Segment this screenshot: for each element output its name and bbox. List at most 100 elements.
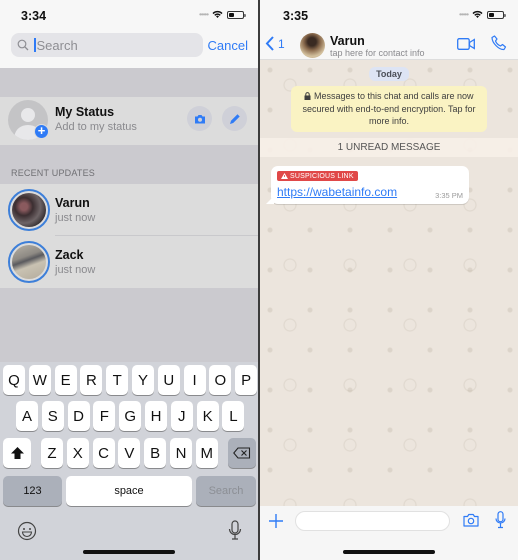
status-thumbnail <box>12 245 46 279</box>
key-b[interactable]: B <box>144 438 167 468</box>
key-i[interactable]: I <box>183 365 206 395</box>
status-bar: 3:34 ••••• <box>0 0 258 30</box>
camera-icon <box>194 114 205 123</box>
wifi-icon <box>472 10 483 18</box>
status-update-item[interactable]: Zack just now <box>0 236 258 288</box>
keyboard-row-4: 123 space Search <box>0 476 258 506</box>
message-input[interactable] <box>295 511 450 531</box>
shift-arrow-icon <box>10 447 24 459</box>
search-input[interactable] <box>36 37 197 53</box>
contact-name: Varun <box>55 196 90 210</box>
dictation-mic-icon[interactable] <box>228 520 242 542</box>
home-indicator[interactable] <box>83 550 175 554</box>
camera-button[interactable] <box>187 106 212 131</box>
contact-info-hint[interactable]: tap here for contact info <box>330 48 425 58</box>
key-k[interactable]: K <box>196 401 219 431</box>
message-link[interactable]: https://wabetainfo.com <box>277 185 397 199</box>
key-v[interactable]: V <box>118 438 141 468</box>
signal-dots-icon: ••••• <box>458 9 469 19</box>
encryption-notice[interactable]: Messages to this chat and calls are now … <box>291 86 487 132</box>
signal-dots-icon: ••••• <box>198 9 209 19</box>
home-indicator[interactable] <box>343 550 435 554</box>
key-m[interactable]: M <box>195 438 218 468</box>
chevron-left-icon <box>265 36 274 51</box>
unread-messages-banner: 1 UNREAD MESSAGE <box>260 138 518 157</box>
phone-call-icon[interactable] <box>491 35 507 51</box>
numbers-key[interactable]: 123 <box>3 476 62 506</box>
status-time: 3:34 <box>21 9 47 23</box>
text-cursor <box>34 38 36 52</box>
my-status-title: My Status <box>55 105 115 119</box>
search-header: 3:34 ••••• Cancel <box>0 0 258 68</box>
chat-screen: 3:35 ••••• 1 Varun tap here for contact … <box>260 0 518 560</box>
key-d[interactable]: D <box>67 401 90 431</box>
status-ring-avatar <box>8 241 50 283</box>
voice-message-mic-icon[interactable] <box>495 511 506 529</box>
key-q[interactable]: Q <box>3 365 25 395</box>
date-separator: Today <box>369 67 409 81</box>
attach-plus-icon[interactable] <box>269 514 283 528</box>
recent-updates-header: RECENT UPDATES <box>11 168 95 178</box>
key-f[interactable]: F <box>93 401 116 431</box>
contact-name: Zack <box>55 248 84 262</box>
key-z[interactable]: Z <box>41 438 63 468</box>
backspace-key[interactable] <box>228 438 256 468</box>
key-x[interactable]: X <box>66 438 89 468</box>
message-composer <box>260 506 518 560</box>
cancel-button[interactable]: Cancel <box>208 38 248 53</box>
chat-wallpaper: Today Messages to this chat and calls ar… <box>260 60 518 506</box>
keyboard-row-3: ZXCVBNM <box>0 438 258 468</box>
status-update-item[interactable]: Varun just now <box>0 184 258 236</box>
battery-icon <box>487 10 506 19</box>
camera-icon[interactable] <box>463 513 479 527</box>
wifi-icon <box>212 10 223 18</box>
status-time: 3:35 <box>283 9 309 23</box>
status-bar: 3:35 ••••• <box>260 0 518 30</box>
lock-icon <box>304 92 311 100</box>
key-y[interactable]: Y <box>132 365 154 395</box>
edit-text-status-button[interactable] <box>222 106 247 131</box>
space-key[interactable]: space <box>66 476 192 506</box>
chat-header: 3:35 ••••• 1 Varun tap here for contact … <box>260 0 518 60</box>
search-field[interactable] <box>11 33 203 57</box>
back-button[interactable]: 1 <box>265 36 285 51</box>
shift-key[interactable] <box>3 438 31 468</box>
key-c[interactable]: C <box>92 438 115 468</box>
status-search-screen: 3:34 ••••• Cancel + My Status Add to my … <box>0 0 258 560</box>
contact-avatar[interactable] <box>300 33 325 58</box>
key-u[interactable]: U <box>157 365 180 395</box>
message-timestamp: 3:35 PM <box>435 191 463 200</box>
key-n[interactable]: N <box>170 438 192 468</box>
on-screen-keyboard: QWERTYUIOP ASDFGHJKL ZXCVBNM 123 space S… <box>0 362 258 560</box>
pencil-icon <box>229 113 240 124</box>
warning-icon <box>281 173 288 179</box>
key-e[interactable]: E <box>54 365 77 395</box>
key-t[interactable]: T <box>106 365 129 395</box>
key-l[interactable]: L <box>222 401 245 431</box>
status-time-label: just now <box>55 212 96 224</box>
video-call-icon[interactable] <box>457 38 475 50</box>
emoji-icon[interactable] <box>17 521 37 541</box>
keyboard-row-1: QWERTYUIOP <box>0 365 258 395</box>
delete-backward-icon <box>233 447 251 459</box>
key-h[interactable]: H <box>145 401 167 431</box>
key-p[interactable]: P <box>235 365 258 395</box>
search-return-key[interactable]: Search <box>196 476 256 506</box>
incoming-message-bubble[interactable]: SUSPICIOUS LINK https://wabetainfo.com 3… <box>266 166 469 204</box>
my-status-subtitle: Add to my status <box>55 121 137 133</box>
status-thumbnail <box>12 193 46 227</box>
key-s[interactable]: S <box>41 401 64 431</box>
battery-icon <box>227 10 246 19</box>
my-status-row[interactable]: + My Status Add to my status <box>0 97 258 145</box>
key-r[interactable]: R <box>80 365 103 395</box>
key-o[interactable]: O <box>209 365 232 395</box>
unread-chats-count: 1 <box>278 36 285 51</box>
key-g[interactable]: G <box>119 401 142 431</box>
key-j[interactable]: J <box>170 401 193 431</box>
key-w[interactable]: W <box>28 365 51 395</box>
key-a[interactable]: A <box>16 401 38 431</box>
suspicious-link-badge: SUSPICIOUS LINK <box>277 171 358 181</box>
status-time-label: just now <box>55 264 96 276</box>
contact-name[interactable]: Varun <box>330 34 365 48</box>
add-status-badge[interactable]: + <box>34 124 49 139</box>
